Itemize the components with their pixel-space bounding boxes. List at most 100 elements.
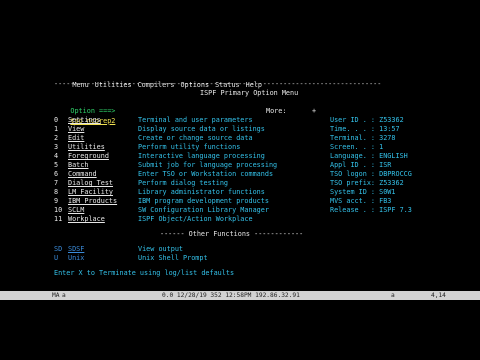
- option-name[interactable]: SDSF: [68, 245, 138, 254]
- option-key: 5: [54, 161, 59, 169]
- status-mode: a: [391, 292, 395, 299]
- option-key: 3: [54, 143, 59, 151]
- info-label: TSO prefix:: [330, 179, 376, 187]
- option-desc: Interactive language processing: [138, 152, 265, 160]
- option-key: U: [54, 254, 59, 262]
- option-key: 7: [54, 179, 59, 187]
- option-name[interactable]: Foreground: [68, 152, 138, 161]
- option-key: 6: [54, 170, 59, 178]
- option-desc: Unix Shell Prompt: [138, 254, 208, 262]
- info-appl-id: Appl ID . : ISR: [330, 161, 391, 170]
- option-row-8[interactable]: 8 LM Facility Library administrator functi…: [54, 188, 265, 197]
- info-language: Language. : ENGLISH: [330, 152, 408, 161]
- option-row-7[interactable]: 7 Dialog Test Perform dialog testing: [54, 179, 228, 188]
- terminal-screen[interactable]: Menu Utilities Compilers Options Status Help …: [50, 70, 442, 285]
- option-key: 1: [54, 125, 59, 133]
- option-name[interactable]: Unix: [68, 254, 138, 263]
- info-value: ENGLISH: [379, 152, 408, 160]
- option-key: SD: [54, 245, 63, 253]
- option-row-5[interactable]: 5 Batch Submit job for language processing: [54, 161, 277, 170]
- info-label: Appl ID . :: [330, 161, 376, 169]
- option-row-3[interactable]: 3 Utilities Perform utility functions: [54, 143, 240, 152]
- footer-hint: Enter X to Terminate using log/list defa…: [54, 269, 235, 277]
- option-row-4[interactable]: 4 Foreground Interactive language processi…: [54, 152, 265, 161]
- emulator-status-bar: MA a 0.0 12/28/19 352 12:58PM 192.86.32.…: [0, 291, 480, 300]
- info-label: Language. :: [330, 152, 376, 160]
- option-name[interactable]: Batch: [68, 161, 138, 170]
- other-function-row-sdsf[interactable]: SD SDSF View output: [54, 245, 183, 254]
- info-value: DBPROCCG: [379, 170, 412, 178]
- option-desc: Submit job for language processing: [138, 161, 278, 169]
- option-name[interactable]: Utilities: [68, 143, 138, 152]
- option-name[interactable]: View: [68, 125, 138, 134]
- option-row-11[interactable]: 11 Workplace ISPF Object/Action Workplace: [54, 215, 253, 224]
- info-tso-prefix: TSO prefix: Z53362: [330, 179, 404, 188]
- option-desc: ISPF Object/Action Workplace: [138, 215, 253, 223]
- option-desc: Perform dialog testing: [138, 179, 229, 187]
- info-value: S0W1: [379, 188, 396, 196]
- info-label: Time. . . :: [330, 125, 376, 133]
- option-row-2[interactable]: 2 Edit Create or change source data: [54, 134, 253, 143]
- info-label: MVS acct. :: [330, 197, 376, 205]
- option-name[interactable]: Settings: [68, 116, 138, 125]
- option-key: 8: [54, 188, 59, 196]
- option-key: 11: [54, 215, 63, 223]
- status-left: MA: [52, 292, 60, 299]
- info-label: System ID :: [330, 188, 376, 196]
- option-key: 10: [54, 206, 63, 214]
- option-row-0[interactable]: 0 Settings Terminal and user parameters: [54, 116, 253, 125]
- more-indicator: +: [312, 107, 317, 115]
- info-value: Z53362: [379, 116, 404, 124]
- option-desc: Display source data or listings: [138, 125, 265, 133]
- info-value: 1: [379, 143, 384, 151]
- info-label: Release . :: [330, 206, 376, 214]
- option-prompt: Option ===>: [70, 107, 116, 116]
- option-name[interactable]: Command: [68, 170, 138, 179]
- option-key: 9: [54, 197, 59, 205]
- info-user-id: User ID . : Z53362: [330, 116, 404, 125]
- info-screen: Screen. . : 1: [330, 143, 383, 152]
- option-row-6[interactable]: 6 Command Enter TSO or Workstation command…: [54, 170, 273, 179]
- option-desc: Perform utility functions: [138, 143, 241, 151]
- option-name[interactable]: Dialog Test: [68, 179, 138, 188]
- menu-separator: ----------------------------------------…: [54, 80, 382, 88]
- option-desc: View output: [138, 245, 184, 253]
- status-marker: a: [62, 292, 66, 299]
- info-system-id: System ID : S0W1: [330, 188, 395, 197]
- info-value: 3278: [379, 134, 396, 142]
- status-session: 0.0 12/28/19 352 12:58PM 192.86.32.91: [162, 292, 300, 299]
- option-desc: Terminal and user parameters: [138, 116, 253, 124]
- option-desc: SW Configuration Library Manager: [138, 206, 269, 214]
- option-name[interactable]: IBM Products: [68, 197, 138, 206]
- info-value: ISPF 7.3: [379, 206, 412, 214]
- info-mvs-acct: MVS acct. : FB3: [330, 197, 391, 206]
- info-label: TSO logon :: [330, 170, 376, 178]
- status-cursor-position: 4,14: [431, 292, 446, 299]
- info-tso-logon: TSO logon : DBPROCCG: [330, 170, 412, 179]
- info-time: Time. . . : 13:57: [330, 125, 400, 134]
- option-row-10[interactable]: 10 SCLM SW Configuration Library Manager: [54, 206, 269, 215]
- option-name[interactable]: LM Facility: [68, 188, 138, 197]
- other-function-row-unix[interactable]: U Unix Unix Shell Prompt: [54, 254, 208, 263]
- info-release: Release . : ISPF 7.3: [330, 206, 412, 215]
- option-desc: IBM program development products: [138, 197, 269, 205]
- option-name[interactable]: Workplace: [68, 215, 138, 224]
- option-desc: Enter TSO or Workstation commands: [138, 170, 274, 178]
- info-value: ISR: [379, 161, 392, 169]
- option-desc: Create or change source data: [138, 134, 253, 142]
- panel-title: ISPF Primary Option Menu: [200, 89, 299, 97]
- info-label: Terminal. :: [330, 134, 376, 142]
- option-key: 0: [54, 116, 59, 124]
- option-key: 4: [54, 152, 59, 160]
- option-name[interactable]: SCLM: [68, 206, 138, 215]
- other-functions-heading: ------ Other Functions ------------: [160, 230, 304, 238]
- option-name[interactable]: Edit: [68, 134, 138, 143]
- info-terminal: Terminal. : 3278: [330, 134, 395, 143]
- info-value: Z53362: [379, 179, 404, 187]
- option-desc: Library administrator functions: [138, 188, 265, 196]
- option-row-1[interactable]: 1 View Display source data or listings: [54, 125, 265, 134]
- info-value: FB3: [379, 197, 392, 205]
- info-label: Screen. . :: [330, 143, 376, 151]
- option-row-9[interactable]: 9 IBM Products IBM program development pro…: [54, 197, 269, 206]
- more-label: More:: [266, 107, 287, 115]
